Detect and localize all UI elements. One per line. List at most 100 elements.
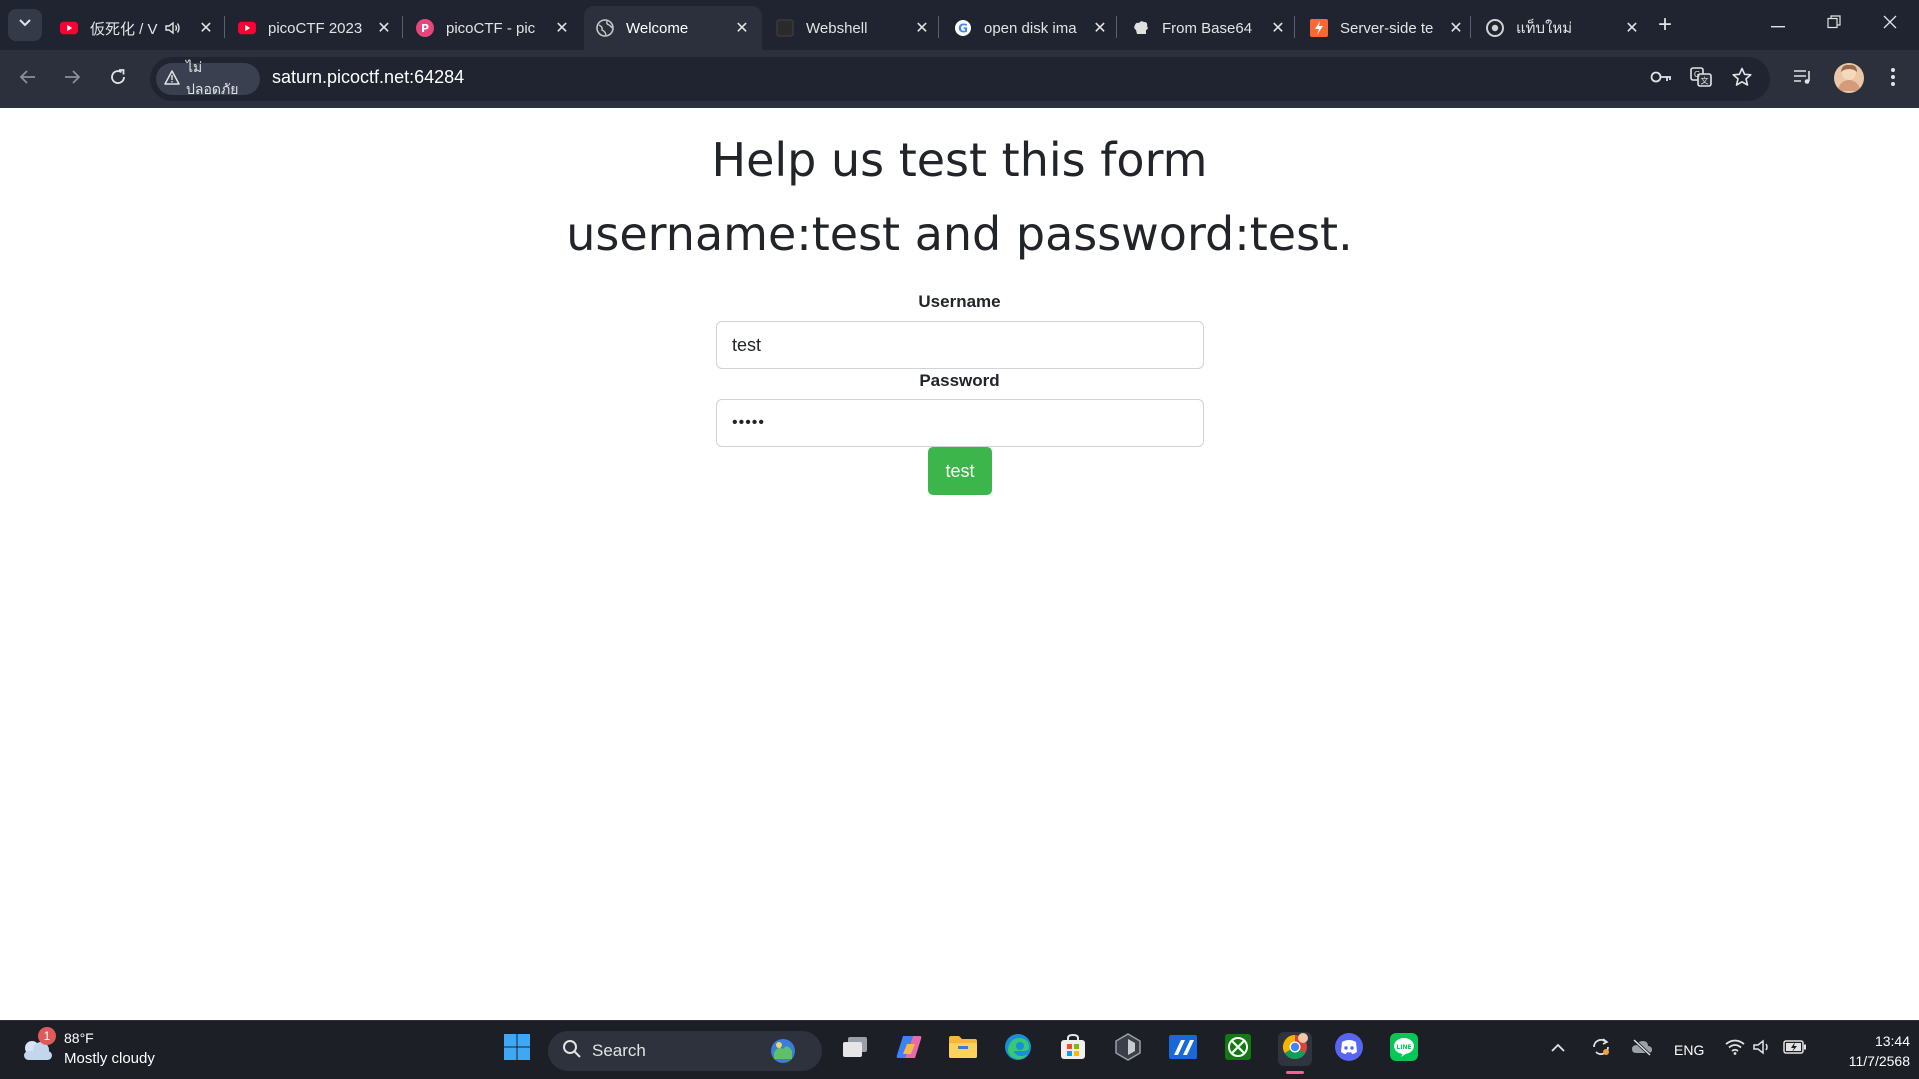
close-icon[interactable]: ✕: [1090, 18, 1110, 38]
restore-button[interactable]: [1806, 0, 1862, 48]
tab-webshell[interactable]: Webshell ✕: [764, 6, 942, 50]
profile-avatar[interactable]: [1834, 63, 1864, 93]
back-button[interactable]: [12, 63, 44, 95]
bookmark-button[interactable]: [1729, 66, 1755, 92]
tab-welcome[interactable]: Welcome ✕: [584, 6, 762, 50]
tab-separator: [1116, 16, 1117, 38]
copilot-button[interactable]: [892, 1032, 926, 1066]
xbox-button[interactable]: [1221, 1032, 1255, 1066]
password-field[interactable]: [716, 399, 1204, 447]
hexagon-app-icon: [1114, 1032, 1142, 1066]
menu-button[interactable]: [1880, 66, 1906, 92]
volume-tray-button[interactable]: [1750, 1032, 1776, 1066]
tab-separator: [1294, 16, 1295, 38]
password-key-button[interactable]: [1648, 66, 1674, 92]
submit-button[interactable]: test: [928, 447, 992, 495]
tab-cyberchef[interactable]: From Base64 ✕: [1120, 6, 1298, 50]
store-button[interactable]: [1056, 1032, 1090, 1066]
plus-icon: +: [1657, 11, 1672, 38]
tab-google-search[interactable]: G open disk ima ✕: [942, 6, 1120, 50]
edge-icon: [1004, 1033, 1032, 1066]
sync-icon: [1590, 1036, 1612, 1063]
show-hidden-icons-button[interactable]: [1544, 1032, 1572, 1066]
task-view-button[interactable]: [838, 1032, 872, 1066]
chrome-taskbar-button[interactable]: [1278, 1032, 1312, 1066]
line-icon: LINE: [1389, 1032, 1419, 1067]
translate-button[interactable]: G文: [1688, 66, 1714, 92]
edge-button[interactable]: [1001, 1032, 1035, 1066]
start-button[interactable]: [500, 1032, 534, 1066]
tab-separator: [402, 16, 403, 38]
app-blue-button[interactable]: [1166, 1032, 1200, 1066]
tab-title: แท็บใหม่: [1516, 20, 1573, 37]
active-app-indicator: [1286, 1071, 1304, 1074]
reload-button[interactable]: [102, 63, 134, 95]
discord-icon: [1334, 1032, 1364, 1067]
password-label: Password: [919, 371, 1000, 390]
sync-tray-button[interactable]: [1587, 1032, 1615, 1066]
tab-search-button[interactable]: [8, 9, 42, 41]
username-label: Username: [918, 292, 1001, 311]
restore-icon: [1827, 14, 1841, 34]
speaker-icon[interactable]: [164, 19, 182, 37]
taskbar-search[interactable]: Search: [548, 1031, 822, 1071]
volume-icon: [1753, 1038, 1773, 1060]
xbox-icon: [1224, 1033, 1252, 1066]
portswigger-icon: [1310, 19, 1328, 37]
tab-title: From Base64: [1162, 19, 1253, 37]
task-view-icon: [842, 1036, 868, 1063]
security-label: ไม่ปลอดภัย: [186, 59, 239, 97]
system-clock[interactable]: 13:44 11/7/2568: [1824, 1031, 1910, 1071]
key-icon: [1650, 70, 1672, 89]
new-tab-button[interactable]: +: [1652, 11, 1678, 38]
wifi-tray-button[interactable]: [1722, 1032, 1748, 1066]
url-text[interactable]: saturn.picoctf.net:64284: [272, 67, 464, 88]
tab-youtube-2[interactable]: picoCTF 2023 ✕: [226, 6, 404, 50]
tab-title: Welcome: [626, 19, 689, 37]
close-icon[interactable]: ✕: [196, 18, 216, 38]
language-indicator[interactable]: ENG: [1674, 1042, 1704, 1058]
youtube-icon: [238, 19, 256, 37]
close-icon[interactable]: ✕: [374, 18, 394, 38]
close-icon[interactable]: ✕: [732, 18, 752, 38]
tab-new-tab[interactable]: แท็บใหม่ ✕: [1474, 6, 1652, 50]
app-hex-button[interactable]: [1111, 1032, 1145, 1066]
forward-button[interactable]: [56, 63, 88, 95]
weather-widget[interactable]: 1 88°F Mostly cloudy: [20, 1027, 180, 1072]
close-icon[interactable]: ✕: [552, 18, 572, 38]
window-close-button[interactable]: [1862, 0, 1918, 48]
folder-icon: [948, 1035, 978, 1064]
picoctf-icon: P: [416, 19, 434, 37]
line-button[interactable]: LINE: [1387, 1032, 1421, 1066]
notification-badge: 1: [38, 1027, 56, 1045]
page-subheading: username:test and password:test.: [566, 207, 1353, 261]
tab-youtube-1[interactable]: 仮死化 / V ✕: [48, 6, 226, 50]
tab-title: open disk ima: [984, 19, 1077, 37]
file-explorer-button[interactable]: [946, 1032, 980, 1066]
close-icon[interactable]: ✕: [1446, 18, 1466, 38]
close-icon[interactable]: ✕: [912, 18, 932, 38]
reload-icon: [109, 68, 127, 91]
reading-list-button[interactable]: [1790, 66, 1816, 92]
username-field[interactable]: [716, 321, 1204, 369]
tab-title: picoCTF 2023: [268, 19, 363, 37]
svg-text:P: P: [421, 22, 429, 35]
svg-text:LINE: LINE: [1396, 1044, 1411, 1051]
cloud-off-tray-button[interactable]: [1628, 1032, 1656, 1066]
minimize-button[interactable]: [1750, 0, 1806, 48]
battery-tray-button[interactable]: [1780, 1032, 1810, 1066]
close-icon[interactable]: ✕: [1622, 18, 1642, 38]
cloud-off-icon: [1631, 1038, 1653, 1061]
svg-text:文: 文: [1701, 75, 1709, 85]
svg-text:G: G: [958, 22, 968, 36]
search-label: Search: [592, 1041, 646, 1060]
tab-title: Webshell: [806, 19, 868, 37]
tab-portswigger[interactable]: Server-side te ✕: [1298, 6, 1476, 50]
tab-title: picoCTF - pic: [446, 19, 536, 37]
close-icon[interactable]: ✕: [1268, 18, 1288, 38]
dark-square-icon: [776, 19, 794, 37]
tab-picoctf[interactable]: P picoCTF - pic ✕: [404, 6, 582, 50]
chrome-icon: [1486, 19, 1504, 37]
discord-button[interactable]: [1332, 1032, 1366, 1066]
security-chip[interactable]: ไม่ปลอดภัย: [156, 59, 260, 97]
